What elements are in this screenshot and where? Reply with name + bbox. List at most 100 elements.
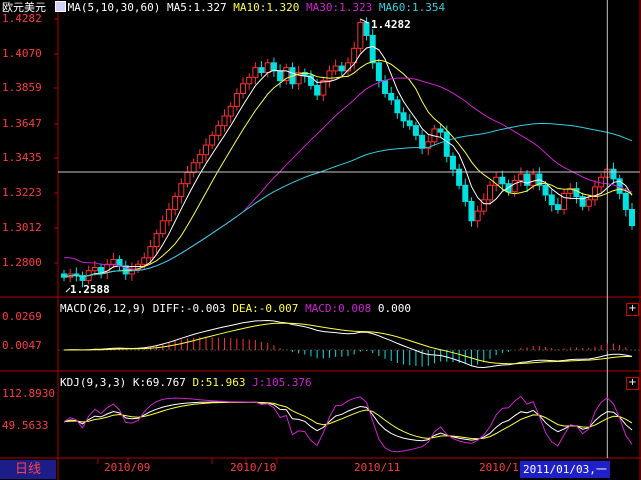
candle-body-29	[240, 83, 247, 94]
candle-body-45	[338, 65, 345, 72]
candle-body-5	[91, 267, 98, 272]
ma5-value: MA5:1.327	[166, 1, 227, 14]
candle-body-63	[449, 155, 456, 170]
candle-body-65	[462, 184, 469, 202]
kdj-tick-0: 112.8930	[2, 387, 55, 400]
candle-body-69	[487, 184, 493, 201]
macd-dea-line	[64, 322, 632, 365]
high-annotation: 1.4282	[371, 18, 411, 31]
candle-body-55	[400, 112, 407, 122]
candle-body-33	[264, 62, 271, 74]
kdj-j: J:105.376	[252, 376, 312, 389]
ma10-value: MA10:1.320	[233, 1, 300, 14]
candle-body-35	[277, 70, 284, 82]
candle-body-91	[622, 192, 629, 210]
candle-body-32	[258, 67, 265, 74]
candle-body-78	[542, 184, 549, 196]
macd-dea: DEA:-0.007	[232, 302, 299, 315]
candle-body-73	[511, 179, 518, 193]
candle-body-22	[196, 154, 203, 164]
candle-body-51	[375, 62, 382, 82]
ma-settings-icon[interactable]	[54, 1, 66, 12]
ma60-value: MA60:1.354	[378, 1, 446, 14]
chart-canvas[interactable]	[0, 0, 641, 480]
macd-params[interactable]: MACD(26,12,9)	[60, 302, 146, 315]
price-header: 欧元美元 MA(5,10,30,60) MA5:1.327 MA10:1.320…	[2, 1, 445, 14]
candle-body-87	[598, 176, 605, 188]
macd-value: MACD:0.008	[305, 302, 372, 315]
x-tick-3: 2010/1	[479, 461, 519, 474]
ma30-line	[64, 77, 633, 271]
macd-diff: DIFF:-0.003	[152, 302, 226, 315]
candle-body-85	[585, 199, 592, 207]
price-tick-0: 1.4282	[2, 12, 42, 25]
price-tick-6: 1.3012	[2, 221, 42, 234]
macd-diff-line	[63, 319, 633, 369]
candle-body-66	[468, 200, 475, 222]
candle-body-34	[270, 62, 277, 72]
candle-body-79	[548, 194, 555, 206]
candle-body-25	[215, 125, 222, 136]
chart-window: 欧元美元 MA(5,10,30,60) MA5:1.327 MA10:1.320…	[0, 0, 641, 480]
candle-body-16	[159, 220, 166, 235]
ma10-line	[63, 59, 633, 278]
macd-tick-1: 0.0047	[2, 339, 42, 352]
candle-body-8	[110, 258, 117, 265]
price-tick-3: 1.3647	[2, 117, 42, 130]
x-tick-0: 2010/09	[104, 461, 151, 474]
macd-header: MACD(26,12,9) DIFF:-0.003 DEA:-0.007 MAC…	[60, 302, 411, 315]
candle-body-92	[629, 208, 635, 227]
candle-body-9	[116, 258, 123, 267]
candle-body-49	[363, 22, 370, 36]
candle-body-19	[178, 183, 185, 198]
kdj-d: D:51.963	[192, 376, 246, 389]
candle-body-31	[252, 67, 259, 78]
price-tick-5: 1.3223	[2, 186, 42, 199]
price-tick-1: 1.4070	[2, 47, 42, 60]
ma-params[interactable]: MA(5,10,30,60)	[68, 1, 161, 14]
kdj-params[interactable]: KDJ(9,3,3)	[60, 376, 126, 389]
ma30-value: MA30:1.323	[306, 1, 373, 14]
candle-body-6	[98, 267, 105, 273]
candle-body-75	[524, 173, 531, 186]
candle-body-80	[554, 204, 561, 210]
price-tick-2: 1.3859	[2, 81, 42, 94]
candle-body-27	[227, 105, 234, 117]
candle-body-44	[332, 65, 339, 72]
kdj-d-line	[63, 401, 633, 440]
candle-body-23	[203, 144, 209, 156]
candle-body-67	[474, 210, 481, 222]
candle-body-89	[610, 168, 617, 180]
candle-body-43	[326, 70, 333, 82]
low-annotation: 1.2588	[70, 283, 110, 296]
candle-body-20	[184, 171, 191, 185]
period-tab-daily[interactable]: 日线	[0, 460, 56, 479]
candle-body-53	[388, 92, 395, 101]
candle-body-74	[517, 173, 524, 181]
candle-body-54	[394, 99, 401, 114]
macd-expand-icon[interactable]: +	[626, 303, 639, 316]
kdj-expand-icon[interactable]: +	[626, 377, 639, 390]
candle-body-48	[357, 22, 364, 49]
candle-body-17	[165, 208, 172, 222]
candle-body-15	[153, 233, 160, 248]
x-tick-1: 2010/10	[230, 461, 277, 474]
candle-body-76	[530, 173, 537, 186]
candle-body-81	[561, 192, 568, 210]
candle-body-41	[314, 84, 321, 96]
price-tick-7: 1.2800	[2, 256, 42, 269]
macd-tick-0: 0.0269	[2, 310, 42, 323]
cursor-date-label: 2011/01/03,一	[520, 461, 610, 478]
candle-body-86	[591, 186, 598, 201]
candle-body-71	[499, 176, 506, 185]
price-tick-4: 1.3435	[2, 151, 42, 164]
candle-body-62	[443, 131, 450, 157]
candle-body-57	[412, 125, 419, 136]
kdj-tick-1: 49.5633	[2, 419, 49, 432]
kdj-k: K:69.767	[132, 376, 186, 389]
candle-body-14	[147, 246, 154, 259]
candle-body-13	[141, 257, 148, 265]
candle-body-30	[246, 76, 253, 85]
x-tick-2: 2010/11	[354, 461, 401, 474]
candle-body-58	[419, 134, 426, 149]
